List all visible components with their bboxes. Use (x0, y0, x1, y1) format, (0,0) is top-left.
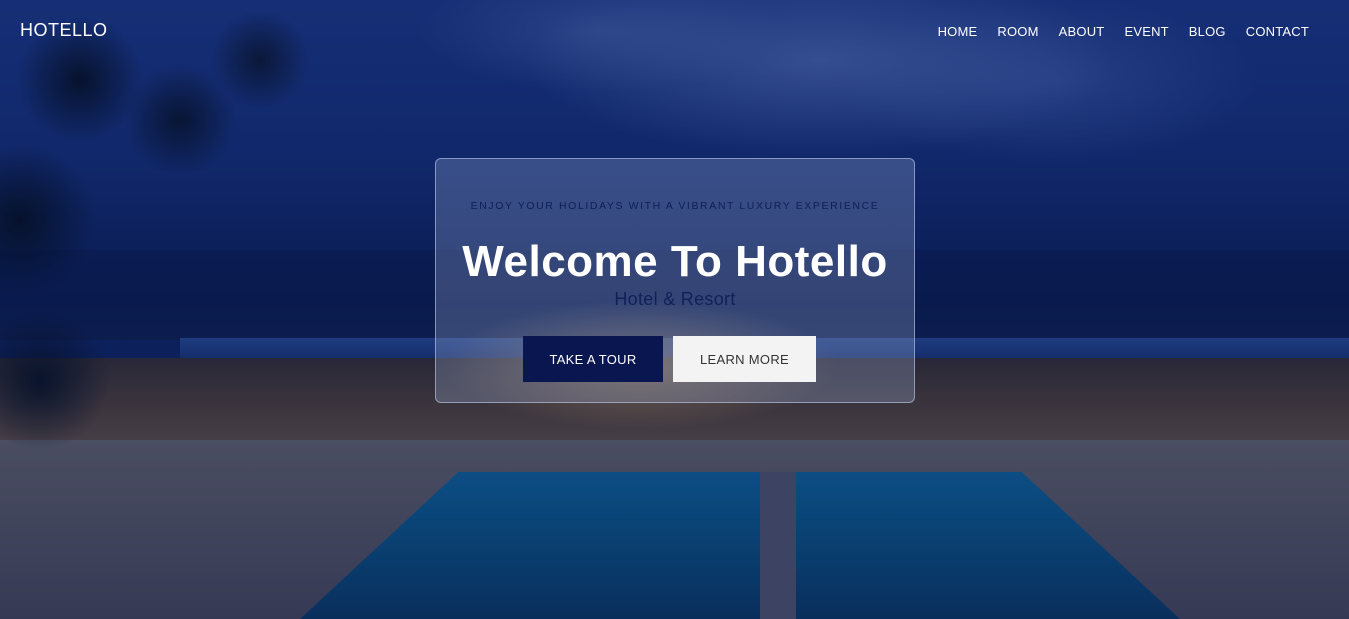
nav-room[interactable]: ROOM (997, 24, 1038, 39)
hero-tagline: ENJOY YOUR HOLIDAYS WITH A VIBRANT LUXUR… (470, 200, 880, 212)
hero-card: ENJOY YOUR HOLIDAYS WITH A VIBRANT LUXUR… (435, 158, 915, 403)
nav-home[interactable]: HOME (938, 24, 978, 39)
learn-more-button[interactable]: LEARN MORE (673, 336, 816, 382)
nav-about[interactable]: ABOUT (1059, 24, 1105, 39)
nav-contact[interactable]: CONTACT (1246, 24, 1309, 39)
nav-event[interactable]: EVENT (1124, 24, 1168, 39)
nav-blog[interactable]: BLOG (1189, 24, 1226, 39)
site-logo[interactable]: HOTELLO (20, 20, 108, 41)
take-a-tour-button[interactable]: TAKE A TOUR (523, 336, 663, 382)
hero-subtitle: Hotel & Resort (614, 289, 736, 309)
main-nav: HOME ROOM ABOUT EVENT BLOG CONTACT (938, 24, 1309, 39)
hero-title: Welcome To Hotello (462, 237, 888, 286)
